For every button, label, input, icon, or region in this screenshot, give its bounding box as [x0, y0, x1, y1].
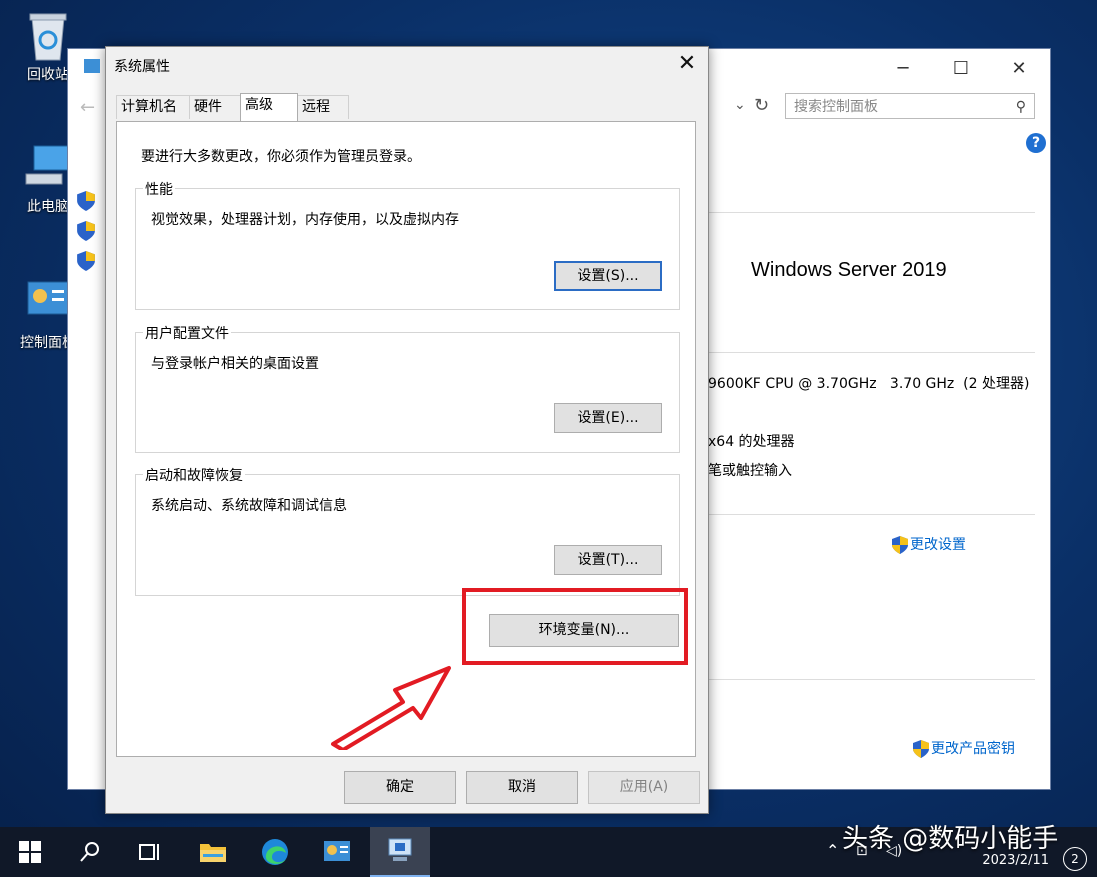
os-name: Windows Server 2019 — [751, 259, 947, 281]
shield-icon — [913, 740, 929, 758]
annotation-highlight-box — [462, 588, 688, 665]
group-title: 用户配置文件 — [143, 323, 231, 343]
change-settings-link[interactable]: 更改设置 — [892, 534, 966, 554]
apply-button[interactable]: 应用(A) — [588, 771, 700, 804]
shield-icon — [892, 536, 908, 554]
maximize-button[interactable]: ☐ — [938, 59, 984, 79]
help-icon[interactable]: ? — [1026, 133, 1046, 153]
group-title: 启动和故障恢复 — [143, 465, 245, 485]
startup-recovery-settings-button[interactable]: 设置(T)... — [554, 545, 662, 575]
annotation-arrow-icon — [331, 666, 451, 750]
system-properties-taskbar-button[interactable] — [370, 827, 430, 877]
change-product-key-label: 更改产品密钥 — [931, 741, 1015, 757]
performance-group: 性能 视觉效果，处理器计划，内存使用，以及虚拟内存 设置(S)... — [135, 179, 680, 310]
sidebar-shields — [76, 191, 96, 271]
search-placeholder: 搜索控制面板 — [794, 99, 878, 115]
control-panel-taskbar-button[interactable] — [307, 827, 367, 877]
ok-button[interactable]: 确定 — [344, 771, 456, 804]
startup-recovery-group: 启动和故障恢复 系统启动、系统故障和调试信息 设置(T)... — [135, 465, 680, 596]
start-button[interactable] — [0, 827, 60, 877]
control-panel-icon — [324, 841, 350, 861]
admin-notice: 要进行大多数更改，你必须作为管理员登录。 — [141, 149, 421, 165]
back-arrow-icon[interactable]: ← — [80, 97, 95, 118]
refresh-icon[interactable]: ↻ — [754, 95, 769, 116]
dialog-title: 系统属性 — [114, 59, 170, 75]
cancel-button[interactable]: 取消 — [466, 771, 578, 804]
group-description: 与登录帐户相关的桌面设置 — [151, 356, 319, 372]
tab-hardware[interactable]: 硬件 — [189, 95, 241, 119]
notification-badge[interactable]: 2 — [1063, 847, 1087, 871]
search-input[interactable]: 搜索控制面板 ⚲ — [785, 93, 1035, 119]
group-description: 系统启动、系统故障和调试信息 — [151, 498, 347, 514]
shield-icon — [77, 191, 95, 211]
change-settings-label: 更改设置 — [910, 537, 966, 553]
file-explorer-button[interactable] — [183, 827, 243, 877]
windows-logo-icon — [19, 841, 41, 863]
pen-touch: 笔或触控输入 — [708, 463, 792, 479]
tab-remote[interactable]: 远程 — [297, 95, 349, 119]
user-profiles-group: 用户配置文件 与登录帐户相关的桌面设置 设置(E)... — [135, 323, 680, 453]
group-title: 性能 — [143, 179, 175, 199]
clock-date[interactable]: 2023/2/11 — [982, 853, 1049, 868]
task-view-button[interactable] — [120, 827, 180, 877]
minimize-button[interactable]: ─ — [880, 59, 926, 79]
search-button[interactable] — [60, 827, 120, 877]
shield-icon — [77, 221, 95, 241]
edge-button[interactable] — [245, 827, 305, 877]
tab-computer-name[interactable]: 计算机名 — [116, 95, 190, 119]
user-profiles-settings-button[interactable]: 设置(E)... — [554, 403, 662, 433]
folder-icon — [200, 844, 226, 862]
watermark: 头条 @数码小能手 — [842, 824, 1059, 854]
change-product-key-link[interactable]: 更改产品密钥 — [913, 738, 1015, 758]
system-icon — [84, 59, 100, 73]
task-view-icon — [139, 844, 159, 860]
edge-icon — [262, 839, 288, 865]
computer-icon — [24, 142, 72, 190]
chevron-down-icon[interactable]: ⌄ — [734, 97, 746, 113]
recycle-bin-icon — [24, 10, 72, 61]
system-type: x64 的处理器 — [708, 434, 795, 450]
tab-advanced[interactable]: 高级 — [240, 93, 298, 121]
search-icon — [80, 842, 99, 862]
control-panel-icon — [24, 278, 72, 326]
chevron-up-icon[interactable]: ⌃ — [826, 841, 839, 860]
close-icon[interactable]: ✕ — [672, 51, 702, 77]
shield-icon — [77, 251, 95, 271]
search-icon: ⚲ — [1015, 99, 1026, 115]
performance-settings-button[interactable]: 设置(S)... — [554, 261, 662, 291]
system-icon — [388, 838, 412, 861]
close-button[interactable]: ✕ — [996, 59, 1042, 79]
group-description: 视觉效果，处理器计划，内存使用，以及虚拟内存 — [151, 212, 459, 228]
cpu-info: 9600KF CPU @ 3.70GHz 3.70 GHz (2 处理器) — [708, 376, 1030, 392]
